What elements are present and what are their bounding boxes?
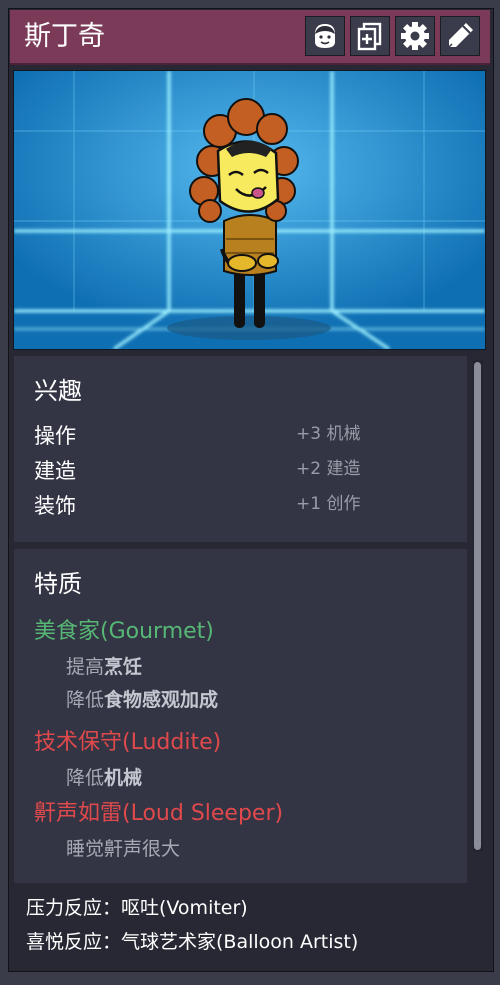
portrait-button[interactable] [305,16,345,56]
interest-label: 操作 [34,424,76,448]
interest-value: +2 建造 [296,459,361,479]
scrollbar-thumb[interactable] [474,362,481,850]
joy-reaction[interactable]: 喜悦反应：气球艺术家(Balloon Artist) [26,929,358,955]
trait-effect: 睡觉鼾声很大 [66,836,180,862]
trait-loud-sleeper[interactable]: 鼾声如雷(Loud Sleeper) [34,799,283,829]
trait-effect-target: 机械 [104,767,143,789]
interests-section: 兴趣 操作 +3 机械 建造 +2 建造 装饰 +1 创作 [14,356,467,542]
settings-button[interactable] [395,16,435,56]
title-bar: 斯丁奇 [10,10,490,65]
interest-label: 建造 [34,459,76,483]
interests-title: 兴趣 [34,377,82,405]
character-panel: 斯丁奇 兴趣 操作 +3 机械 建造 +2 建造 装饰 +1 创作 特质 美食家… [0,0,500,985]
trait-effect: 降低机械 [66,765,142,791]
copy-icon [357,22,382,51]
stress-reaction[interactable]: 压力反应：呕吐(Vomiter) [26,895,248,921]
trait-luddite[interactable]: 技术保守(Luddite) [34,728,221,758]
trait-effect-prefix: 提高 [66,656,105,678]
trait-effect-target: 食物感观加成 [104,689,219,711]
traits-section: 特质 美食家(Gourmet) 提高烹饪 降低食物感观加成 技术保守(Luddi… [14,549,467,883]
trait-effect: 提高烹饪 [66,654,142,680]
traits-title: 特质 [34,570,82,598]
preview-scene [14,71,485,349]
trait-effect-prefix: 睡觉鼾声很大 [66,838,181,860]
trait-effect-target: 烹饪 [104,656,143,678]
trait-gourmet[interactable]: 美食家(Gourmet) [34,617,214,647]
gear-icon [401,22,429,50]
copy-button[interactable] [350,16,390,56]
trait-effect-prefix: 降低 [66,767,105,789]
character-name[interactable]: 斯丁奇 [24,19,105,55]
trait-effect: 降低食物感观加成 [66,687,218,713]
portrait-icon [315,24,335,48]
pencil-icon [448,23,473,48]
interest-value: +1 创作 [296,494,361,514]
interest-label: 装饰 [34,494,76,518]
character-preview [13,70,486,350]
trait-effect-prefix: 降低 [66,689,105,711]
interest-value: +3 机械 [296,424,361,444]
edit-button[interactable] [440,16,480,56]
